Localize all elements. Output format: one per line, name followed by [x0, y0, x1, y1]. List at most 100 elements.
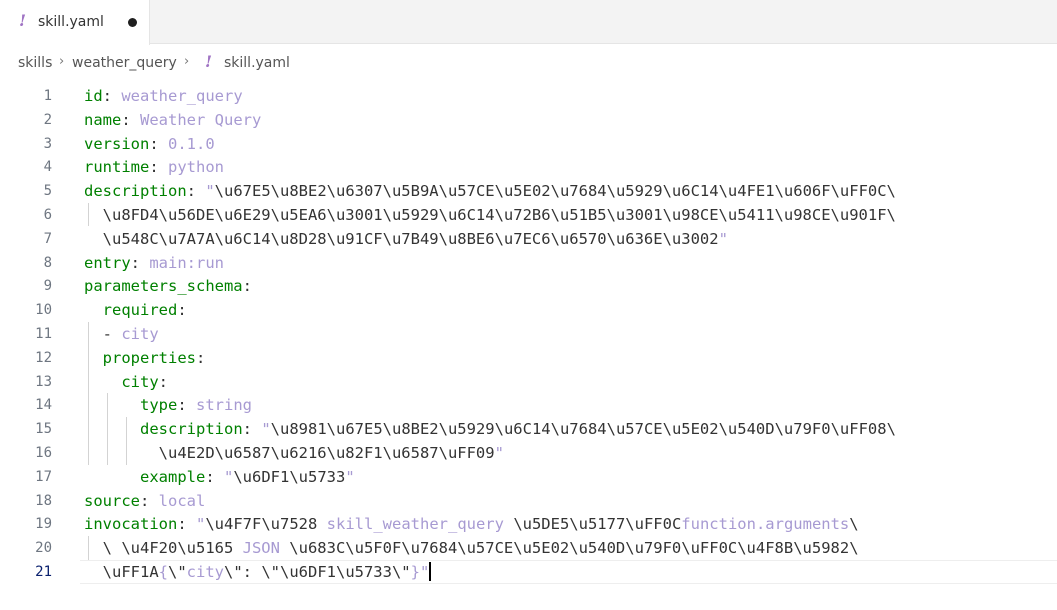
tab-label: skill.yaml: [38, 14, 104, 30]
code-token: \u8FD4\u56DE\u6E29\u5EA6\u3001\u5929\u6C…: [84, 206, 896, 224]
code-token: main:run: [149, 253, 224, 272]
code-token: runtime: [84, 158, 150, 177]
code-token: parameters_schema: [84, 277, 243, 296]
code-line[interactable]: 2 name: Weather Query: [0, 108, 1057, 132]
code-token: \u6DF1\u5733: [233, 467, 346, 486]
code-line[interactable]: 16 \u4E2D\u6587\u6216\u82F1\u6587\uFF09": [0, 441, 1057, 465]
code-token: :: [130, 253, 150, 272]
code-token: ": [205, 182, 215, 201]
code-line[interactable]: 12 properties:: [0, 346, 1057, 370]
line-number: 19: [35, 516, 52, 533]
line-number: 1: [43, 88, 52, 104]
code-token: \u5DE5\u5177\uFF0C: [503, 515, 682, 534]
breadcrumb-item-weather-query[interactable]: weather_query: [72, 55, 177, 71]
code-token: \uFF1A: [84, 563, 159, 581]
code-token: name: [84, 110, 122, 129]
code-line[interactable]: 10 required:: [0, 298, 1057, 322]
code-token: city: [186, 563, 224, 581]
tab-skill-yaml[interactable]: ! skill.yaml: [0, 0, 150, 45]
code-line[interactable]: 3 version: 0.1.0: [0, 132, 1057, 156]
code-token: }": [410, 563, 430, 581]
code-token: local: [158, 491, 206, 510]
code-line[interactable]: 6 \u8FD4\u56DE\u6E29\u5EA6\u3001\u5929\u…: [0, 203, 1057, 227]
code-token: source: [84, 491, 140, 510]
tab-bar: ! skill.yaml: [0, 0, 1057, 45]
code-text: description: "\u8981\u67E5\u8BE2\u5929\u…: [84, 419, 896, 439]
line-number: 12: [35, 349, 52, 366]
code-token: \ \u4F20\u5165: [84, 539, 243, 558]
code-token: description: [140, 420, 243, 439]
code-text: required:: [84, 300, 187, 320]
line-number: 11: [35, 326, 52, 342]
chevron-right-icon: ›: [59, 54, 65, 69]
code-editor[interactable]: 1 id: weather_query 2 name: Weather Query 3 v…: [0, 84, 1057, 610]
code-text: description: "\u67E5\u8BE2\u6307\u5B9A\u…: [84, 181, 896, 201]
code-token: id: [84, 87, 103, 105]
code-token: \u683C\u5F0F\u7684\u57CE\u5E02\u540D\u79…: [279, 539, 859, 558]
line-number: 21: [35, 564, 52, 580]
code-token: required: [102, 301, 178, 320]
code-line[interactable]: 14 type: string: [0, 393, 1057, 417]
breadcrumb: skills › weather_query › ! skill.yaml: [0, 52, 1057, 76]
line-number: 9: [43, 278, 52, 295]
line-number: 7: [43, 230, 52, 247]
line-number: 18: [35, 492, 52, 509]
code-token: :: [121, 110, 140, 129]
code-token: :: [242, 277, 252, 296]
line-number: 16: [35, 445, 52, 461]
code-token: ": [224, 467, 234, 486]
code-token: :: [149, 134, 168, 153]
breadcrumb-item-skills[interactable]: skills: [18, 55, 52, 71]
code-token: invocation: [84, 515, 178, 534]
code-line[interactable]: 7 \u548C\u7A7A\u6C14\u8D28\u91CF\u7B49\u…: [0, 227, 1057, 251]
code-line[interactable]: 15 description: "\u8981\u67E5\u8BE2\u592…: [0, 417, 1057, 441]
code-text: \u4E2D\u6587\u6216\u82F1\u6587\uFF09": [84, 443, 504, 463]
code-token: python: [168, 158, 224, 177]
code-token: :: [158, 372, 168, 391]
code-text: example: "\u6DF1\u5733": [84, 467, 355, 487]
code-line[interactable]: 18 source: local: [0, 489, 1057, 513]
line-number: 6: [43, 207, 52, 223]
code-line[interactable]: 4 runtime: python: [0, 155, 1057, 179]
code-line[interactable]: 5 description: "\u67E5\u8BE2\u6307\u5B9A\…: [0, 179, 1057, 203]
code-token: properties: [102, 348, 196, 367]
code-line[interactable]: 13 city:: [0, 370, 1057, 394]
chevron-right-icon: ›: [184, 54, 190, 69]
code-line[interactable]: 8 entry: main:run: [0, 251, 1057, 275]
code-token: string: [196, 396, 252, 415]
code-text: source: local: [84, 491, 205, 511]
code-text: \u8FD4\u56DE\u6E29\u5EA6\u3001\u5929\u6C…: [84, 205, 896, 225]
code-line[interactable]: 20 \ \u4F20\u5165 JSON \u683C\u5F0F\u768…: [0, 536, 1057, 560]
code-token: JSON: [242, 539, 280, 558]
code-line[interactable]: 11 - city: [0, 322, 1057, 346]
code-text: \ \u4F20\u5165 JSON \u683C\u5F0F\u7684\u…: [84, 538, 859, 558]
code-token: example: [140, 467, 206, 486]
line-number: 14: [35, 397, 52, 414]
code-token: ": [261, 420, 271, 439]
code-line[interactable]: 21 \uFF1A{\"city\": \"\u6DF1\u5733\"}": [0, 560, 1057, 584]
code-token: :: [177, 396, 196, 415]
yaml-file-icon: !: [205, 52, 213, 71]
code-token: :: [177, 301, 187, 320]
code-line[interactable]: 9 parameters_schema:: [0, 274, 1057, 298]
code-token: ": [196, 515, 206, 534]
breadcrumb-item-skill-yaml[interactable]: skill.yaml: [224, 55, 290, 71]
code-line[interactable]: 17 example: "\u6DF1\u5733": [0, 465, 1057, 489]
code-token: entry: [84, 253, 131, 272]
code-token: \": [168, 563, 187, 581]
code-text: - city: [84, 324, 159, 344]
unsaved-changes-dot-icon[interactable]: [128, 18, 137, 27]
code-token: \u4F7F\u7528: [205, 515, 327, 534]
code-text: runtime: python: [84, 157, 224, 177]
line-number: 13: [35, 373, 52, 390]
code-line[interactable]: 1 id: weather_query: [0, 84, 1057, 108]
code-token: weather_query: [121, 87, 243, 105]
code-line[interactable]: 19 invocation: "\u4F7F\u7528 skill_weathe…: [0, 512, 1057, 536]
line-number: 3: [43, 135, 52, 152]
code-text: parameters_schema:: [84, 276, 252, 296]
code-token: :: [196, 348, 206, 367]
